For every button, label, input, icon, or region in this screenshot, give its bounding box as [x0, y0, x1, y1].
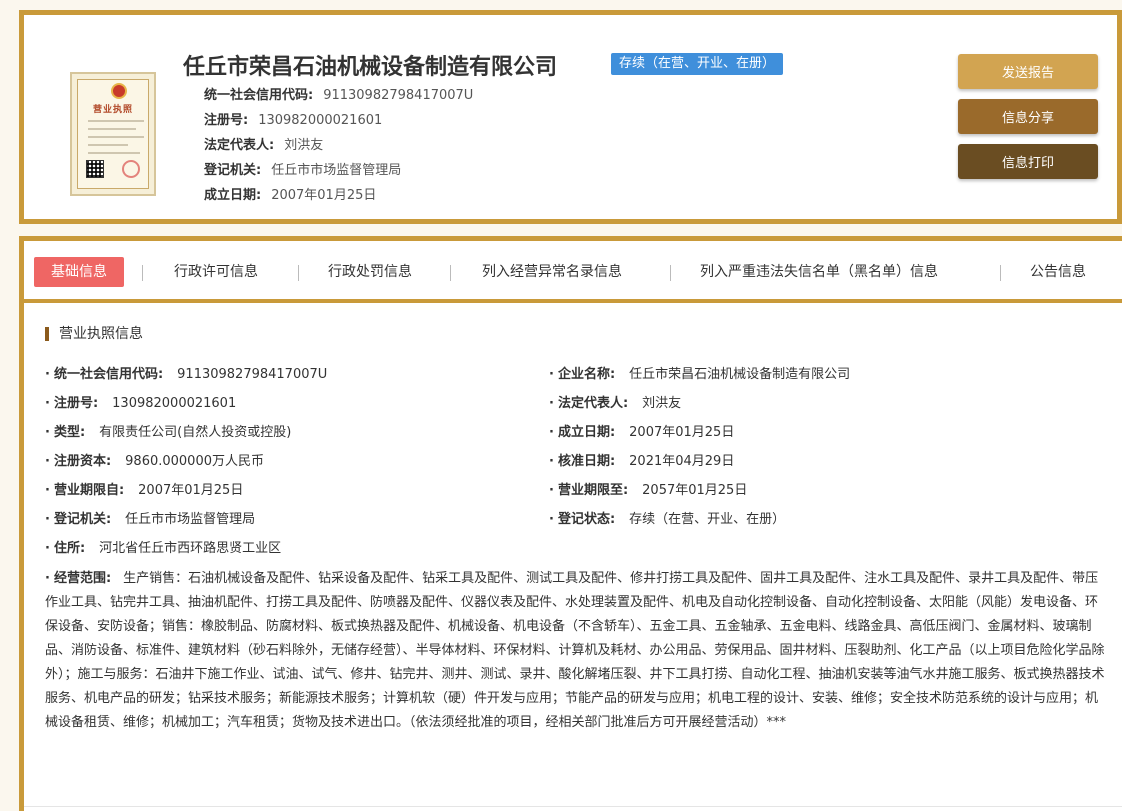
field-reg-no: · 注册号: 130982000021601 — [45, 396, 237, 411]
business-license-thumbnail[interactable]: 营业执照 — [70, 72, 156, 196]
divider — [24, 806, 1122, 807]
summary-field-authority: 登记机关: 任丘市市场监督管理局 — [204, 163, 402, 178]
field-est-date: · 成立日期: 2007年01月25日 — [549, 425, 735, 440]
field-reg-capital: · 注册资本: 9860.000000万人民币 — [45, 454, 264, 469]
tab-announcements[interactable]: 公告信息 — [1030, 257, 1086, 287]
seal-icon — [122, 160, 140, 178]
summary-field-reg-no: 注册号: 130982000021601 — [204, 113, 383, 128]
tab-admin-license[interactable]: 行政许可信息 — [174, 257, 258, 287]
summary-field-est-date: 成立日期: 2007年01月25日 — [204, 188, 377, 203]
field-type: · 类型: 有限责任公司(自然人投资或控股) — [45, 425, 292, 440]
print-info-button[interactable]: 信息打印 — [958, 144, 1098, 179]
field-term-from: · 营业期限自: 2007年01月25日 — [45, 483, 244, 498]
status-badge: 存续（在营、开业、在册） — [611, 53, 784, 75]
share-info-button[interactable]: 信息分享 — [958, 99, 1098, 134]
national-emblem-icon — [111, 83, 127, 99]
company-summary-card: 营业执照 任丘市荣昌石油机械设备制造有限公司 存续（在营、开业、在册） 统一社会… — [19, 10, 1122, 224]
tab-bar: 基础信息 行政许可信息 行政处罚信息 列入经营异常名录信息 列入严重违法失信名单… — [24, 241, 1122, 303]
field-approval-date: · 核准日期: 2021年04月29日 — [549, 454, 735, 469]
detail-card: 基础信息 行政许可信息 行政处罚信息 列入经营异常名录信息 列入严重违法失信名单… — [19, 236, 1122, 811]
field-authority: · 登记机关: 任丘市市场监督管理局 — [45, 512, 256, 527]
qr-code-icon — [86, 160, 104, 178]
send-report-button[interactable]: 发送报告 — [958, 54, 1098, 89]
field-term-to: · 营业期限至: 2057年01月25日 — [549, 483, 748, 498]
summary-fields: 统一社会信用代码: 91130982798417007U 注册号: 13098200… — [204, 83, 473, 208]
tab-blacklist[interactable]: 列入严重违法失信名单（黑名单）信息 — [700, 257, 938, 287]
field-address: · 住所: 河北省任丘市西环路思贤工业区 — [45, 541, 282, 556]
company-name: 任丘市荣昌石油机械设备制造有限公司 — [183, 55, 558, 80]
license-thumb-title: 营业执照 — [92, 105, 133, 115]
field-business-scope: · 经营范围: 生产销售：石油机械设备及配件、钻采设备及配件、钻采工具及配件、测试工… — [45, 571, 1105, 730]
summary-field-credit-code: 统一社会信用代码: 91130982798417007U — [204, 88, 474, 103]
section-title: 营业执照信息 — [45, 327, 143, 341]
summary-field-legal-rep: 法定代表人: 刘洪友 — [204, 138, 324, 153]
tab-abnormal-list[interactable]: 列入经营异常名录信息 — [482, 257, 622, 287]
tab-admin-penalty[interactable]: 行政处罚信息 — [328, 257, 412, 287]
field-company-name: · 企业名称: 任丘市荣昌石油机械设备制造有限公司 — [549, 367, 851, 382]
field-reg-status: · 登记状态: 存续（在营、开业、在册） — [549, 512, 786, 527]
field-credit-code: · 统一社会信用代码: 91130982798417007U — [45, 367, 328, 382]
field-legal-rep: · 法定代表人: 刘洪友 — [549, 396, 682, 411]
tab-basic-info[interactable]: 基础信息 — [34, 257, 124, 287]
